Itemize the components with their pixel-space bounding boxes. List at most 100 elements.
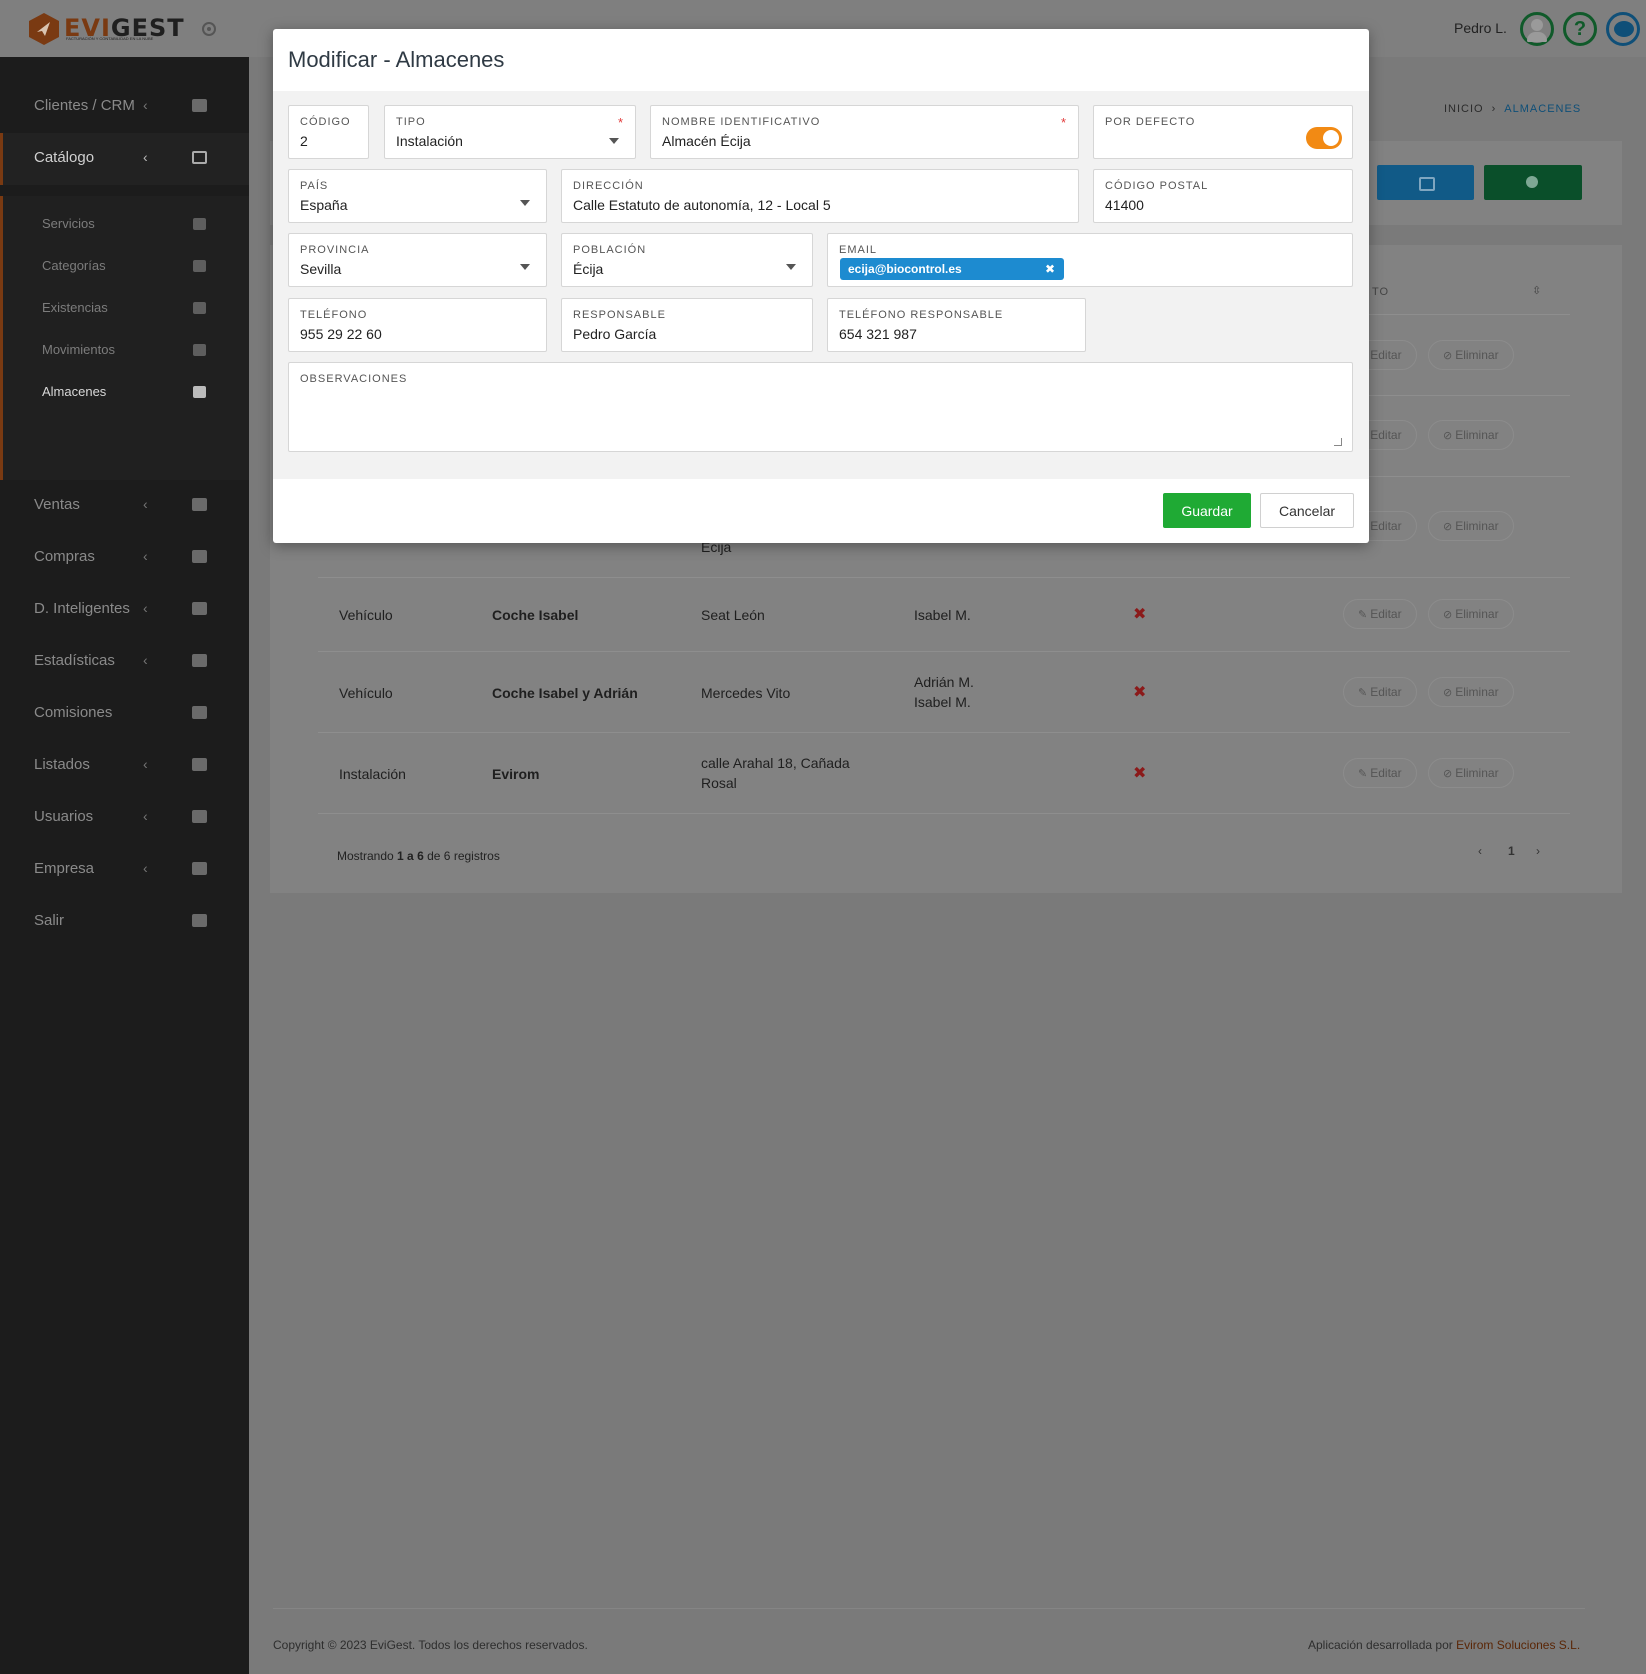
sidebar-item-usuarios[interactable]: Usuarios ‹ xyxy=(0,792,249,844)
breadcrumb: INICIO › ALMACENES xyxy=(1444,103,1581,115)
paging-info: Mostrando 1 a 6 de 6 registros xyxy=(337,849,500,863)
print-button[interactable] xyxy=(1377,165,1474,200)
sidebar-subitem-existencias[interactable]: Existencias xyxy=(3,288,249,330)
footer-developer: Aplicación desarrollada por Evirom Soluc… xyxy=(1308,1638,1581,1652)
logo-tagline: FACTURACIÓN Y CONTABILIDAD EN LA NUBE xyxy=(66,36,154,41)
user-name[interactable]: Pedro L. xyxy=(1454,20,1507,36)
not-default-icon: ✖ xyxy=(1133,684,1147,701)
folder-open-icon xyxy=(192,602,207,615)
delete-button[interactable]: ⊘ Eliminar xyxy=(1428,758,1514,788)
remove-tag-icon[interactable]: ✖ xyxy=(1045,258,1055,280)
email-tag: ecija@biocontrol.es ✖ xyxy=(840,258,1064,280)
delete-button[interactable]: ⊘ Eliminar xyxy=(1428,677,1514,707)
sidebar: Clientes / CRM ‹ Catálogo ‹ Servicios Ca… xyxy=(0,57,249,1674)
edit-warehouse-modal: Modificar - Almacenes Código 2 Tipo * In… xyxy=(273,29,1369,543)
sidebar-item-d-inteligentes[interactable]: D. Inteligentes ‹ xyxy=(0,584,249,636)
sidebar-subitem-servicios[interactable]: Servicios xyxy=(3,204,249,246)
edit-icon: ✎ xyxy=(1358,768,1368,780)
delete-button[interactable]: ⊘ Eliminar xyxy=(1428,511,1514,541)
nombre-identificativo-field[interactable]: Nombre identificativo * Almacén Écija xyxy=(650,105,1079,159)
edit-button[interactable]: ✎Editar xyxy=(1343,599,1417,629)
help-icon[interactable]: ? xyxy=(1563,12,1597,46)
sidebar-item-estadisticas[interactable]: Estadísticas ‹ xyxy=(0,636,249,688)
breadcrumb-home[interactable]: INICIO xyxy=(1444,103,1484,115)
users-icon xyxy=(193,218,206,230)
sidebar-subitem-almacenes[interactable]: Almacenes xyxy=(3,372,249,414)
list-icon xyxy=(192,758,207,771)
sidebar-subitem-movimientos[interactable]: Movimientos xyxy=(3,330,249,372)
responsable-field[interactable]: Responsable Pedro García xyxy=(561,298,813,352)
sidebar-item-listados[interactable]: Listados ‹ xyxy=(0,740,249,792)
cart-icon xyxy=(192,550,207,563)
resize-handle-icon[interactable] xyxy=(1334,438,1342,446)
poblacion-select[interactable]: Población Écija xyxy=(561,233,813,287)
telefono-field[interactable]: Teléfono 955 29 22 60 xyxy=(288,298,547,352)
delete-button[interactable]: ⊘ Eliminar xyxy=(1428,340,1514,370)
sidebar-pin-icon[interactable] xyxy=(202,22,216,36)
edit-icon: ✎ xyxy=(1358,609,1368,621)
copy-icon xyxy=(192,151,207,164)
telefono-responsable-field[interactable]: Teléfono responsable 654 321 987 xyxy=(827,298,1086,352)
codigo-postal-field[interactable]: Código postal 41400 xyxy=(1093,169,1353,223)
evigest-logo[interactable]: EVIGEST FACTURACIÓN Y CONTABILIDAD EN LA… xyxy=(28,12,184,46)
sidebar-item-salir[interactable]: Salir xyxy=(0,896,249,948)
table-cell-responsable: Isabel M. xyxy=(914,694,971,710)
modal-title: Modificar - Almacenes xyxy=(288,47,505,72)
caret-down-icon xyxy=(609,138,619,144)
sidebar-item-empresa[interactable]: Empresa ‹ xyxy=(0,844,249,896)
pager-prev[interactable]: ‹ xyxy=(1478,844,1482,858)
column-header-fragment[interactable]: TO xyxy=(1372,286,1389,298)
ban-icon: ⊘ xyxy=(1443,521,1453,533)
email-field[interactable]: Email ecija@biocontrol.es ✖ xyxy=(827,233,1353,287)
table-cell-responsable: Isabel M. xyxy=(914,607,971,623)
undo-icon xyxy=(193,344,206,356)
list-ul-icon xyxy=(193,302,206,314)
observaciones-textarea[interactable]: Observaciones xyxy=(288,362,1353,452)
sidebar-item-clientes-crm[interactable]: Clientes / CRM ‹ xyxy=(0,81,249,133)
save-button[interactable]: Guardar xyxy=(1163,493,1251,528)
ban-icon: ⊘ xyxy=(1443,687,1453,699)
edit-button[interactable]: ✎Editar xyxy=(1343,758,1417,788)
table-cell-nombre: Coche Isabel y Adrián xyxy=(492,685,638,701)
sort-icon[interactable]: ⇳ xyxy=(1532,284,1541,297)
sidebar-item-comisiones[interactable]: Comisiones xyxy=(0,688,249,740)
pie-chart-icon xyxy=(192,706,207,719)
not-default-icon: ✖ xyxy=(1133,606,1147,623)
edit-button[interactable]: ✎Editar xyxy=(1343,677,1417,707)
table-cell-nombre: Coche Isabel xyxy=(492,607,579,623)
cancel-button[interactable]: Cancelar xyxy=(1260,493,1354,528)
direccion-field[interactable]: Dirección Calle Estatuto de autonomía, 1… xyxy=(561,169,1079,223)
developer-link[interactable]: Evirom Soluciones S.L. xyxy=(1456,1638,1580,1652)
table-cell-direccion: Seat León xyxy=(701,607,765,623)
table-cell-tipo: Vehículo xyxy=(339,685,393,701)
modal-body: Código 2 Tipo * Instalación Nombre ident… xyxy=(273,91,1369,479)
not-default-icon: ✖ xyxy=(1133,765,1147,782)
chevron-left-icon: ‹ xyxy=(143,756,148,772)
id-card-icon xyxy=(192,99,207,112)
por-defecto-toggle[interactable] xyxy=(1306,127,1342,149)
pager-page[interactable]: 1 xyxy=(1508,844,1515,858)
pager-next[interactable]: › xyxy=(1536,844,1540,858)
chat-icon[interactable] xyxy=(1606,12,1640,46)
chevron-left-icon: ‹ xyxy=(143,97,148,113)
caret-down-icon xyxy=(520,200,530,206)
logo-mark-icon xyxy=(29,13,59,45)
user-avatar-icon[interactable] xyxy=(1520,12,1554,46)
table-cell-responsable: Adrián M. xyxy=(914,674,974,690)
chevron-left-icon: ‹ xyxy=(143,860,148,876)
sidebar-subitem-categorias[interactable]: Categorías xyxy=(3,246,249,288)
provincia-select[interactable]: Provincia Sevilla xyxy=(288,233,547,287)
chevron-left-icon: ‹ xyxy=(143,548,148,564)
ban-icon: ⊘ xyxy=(1443,609,1453,621)
chevron-left-icon: ‹ xyxy=(143,652,148,668)
sidebar-item-catalogo[interactable]: Catálogo ‹ xyxy=(0,133,249,185)
tipo-select[interactable]: Tipo * Instalación xyxy=(384,105,636,159)
add-button[interactable] xyxy=(1484,165,1582,200)
sidebar-item-ventas[interactable]: Ventas ‹ xyxy=(0,480,249,532)
codigo-field[interactable]: Código 2 xyxy=(288,105,369,159)
sidebar-item-compras[interactable]: Compras ‹ xyxy=(0,532,249,584)
delete-button[interactable]: ⊘ Eliminar xyxy=(1428,420,1514,450)
delete-button[interactable]: ⊘ Eliminar xyxy=(1428,599,1514,629)
pais-select[interactable]: País España xyxy=(288,169,547,223)
ban-icon: ⊘ xyxy=(1443,350,1453,362)
